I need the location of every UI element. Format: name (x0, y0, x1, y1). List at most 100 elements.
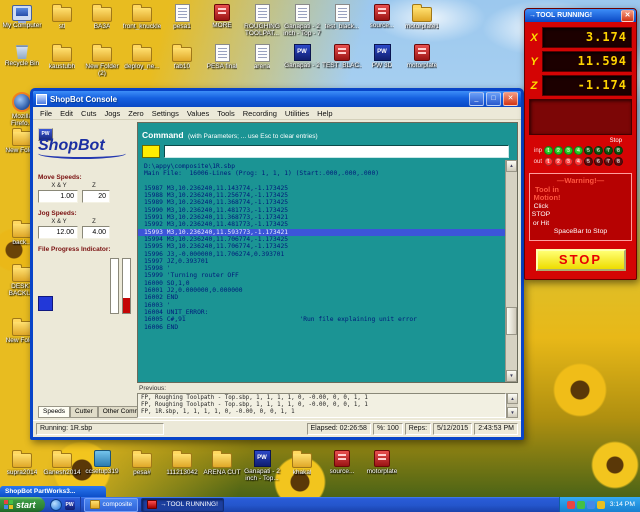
menu-jogs[interactable]: Jogs (100, 109, 124, 118)
desktop-icon-ganapati-2[interactable]: Ganapati - 2 (282, 44, 322, 77)
desktop-icon-kaustubh[interactable]: kaustubh (42, 44, 82, 77)
desktop-icon-label: 111213042 (166, 469, 198, 476)
jog-z-input[interactable]: 4.00 (82, 226, 110, 239)
desktop-icon-pesa1[interactable]: pesa1 (162, 4, 202, 37)
menu-utilities[interactable]: Utilities (281, 109, 313, 118)
scroll-up-icon[interactable]: ▲ (507, 393, 518, 404)
scroll-track[interactable] (506, 172, 517, 370)
desktop-icon-motorplate1[interactable]: motorplate1 (402, 4, 442, 37)
stop-button[interactable]: STOP (535, 248, 626, 271)
menu-values[interactable]: Values (183, 109, 213, 118)
axis-value-x: 3.174 (542, 27, 632, 48)
previous-line[interactable]: FP, Roughing Toolpath - Top.sbp, 1, 1, 1… (141, 395, 502, 402)
desktop-icon-new-folder-2-[interactable]: New Folder (2) (82, 44, 122, 77)
close-button[interactable]: ✕ (503, 92, 518, 106)
desktop-icon-arena[interactable]: arena (242, 44, 282, 77)
desktop-icon-pw-3d[interactable]: PW 3D (362, 44, 402, 77)
partworks-window-sliver[interactable]: ShopBot PartWorks3... (0, 486, 106, 497)
desktop-icon-source-[interactable]: source... (322, 450, 362, 482)
desktop-icon-fab10[interactable]: fab10 (162, 44, 202, 77)
desktop-icon-motorplate[interactable]: motorplate (402, 44, 442, 77)
previous-line[interactable]: FP, 1R.sbp, 1, 1, 1, 1, 0, -0.00, 0, 0, … (141, 409, 502, 416)
folder-icon (89, 500, 100, 509)
firefox-icon (12, 92, 32, 112)
tray-icon[interactable] (566, 500, 575, 509)
output-scrollbar[interactable]: ▲ ▼ (505, 160, 517, 382)
move-z-input[interactable]: 20 (82, 190, 110, 203)
minimize-button[interactable]: _ (469, 92, 484, 106)
desktop-icon-test-black-[interactable]: test_black... (322, 4, 362, 37)
command-input[interactable] (164, 145, 509, 158)
console-titlebar[interactable]: ShopBot Console _ □ ✕ (33, 91, 521, 107)
desktop-icon-arena-cut[interactable]: ARENA CUT (202, 450, 242, 482)
desktop-icon-ganapati-2-inch-top-[interactable]: Ganapati - 2 inch - Top... (242, 450, 282, 482)
desktop-icon-pesa-final[interactable]: PESA final (202, 44, 242, 77)
ie-quicklaunch-icon[interactable] (49, 498, 62, 511)
file-progress-indicator (38, 258, 134, 314)
menu-zero[interactable]: Zero (124, 109, 147, 118)
menu-cuts[interactable]: Cuts (77, 109, 100, 118)
previous-scrollbar[interactable]: ▲ ▼ (506, 393, 518, 418)
folder-icon (132, 4, 152, 22)
menu-recording[interactable]: Recording (239, 109, 281, 118)
menu-tools[interactable]: Tools (213, 109, 239, 118)
desktop-icon-111213042[interactable]: 111213042 (162, 450, 202, 482)
console-line: 15993 M3,10.236240,11.593773,-1.173421 (138, 228, 505, 236)
tray-icon[interactable] (596, 500, 605, 509)
desktop-icon-label: test_black... (324, 23, 360, 30)
folder-icon (52, 4, 72, 22)
desktop-icon-pesa-[interactable]: pesa# (122, 450, 162, 482)
panel-close-button[interactable]: ✕ (621, 9, 634, 22)
panel-titlebar[interactable]: →TOOL RUNNING! ✕ (525, 9, 636, 22)
console-line: 16005 C#,91 'Run file explaining unit er… (144, 316, 417, 324)
menu-edit[interactable]: Edit (56, 109, 77, 118)
scroll-down-icon[interactable]: ▼ (507, 407, 518, 418)
scroll-down-icon[interactable]: ▼ (506, 370, 517, 382)
desktop-icon-khakal[interactable]: khakal (282, 450, 322, 482)
desktop-icon-ccsetup319[interactable]: ccsetup319 (82, 450, 122, 482)
tray-icon[interactable] (586, 500, 595, 509)
menu-help[interactable]: Help (313, 109, 336, 118)
desktop-icon-deploy-ne-[interactable]: deploy_ne... (122, 44, 162, 77)
pw-quicklaunch-icon[interactable]: PW (64, 499, 75, 510)
move-xy-input[interactable]: 1.00 (38, 190, 78, 203)
menu-file[interactable]: File (36, 109, 56, 118)
tray-icon[interactable] (576, 500, 585, 509)
desktop-icon-test-blac-[interactable]: TEST_BLAC... (322, 44, 362, 77)
desktop-icon-front-knuckle[interactable]: front_knuckle (122, 4, 162, 37)
desktop: My Computer stl BA3A front_knuckle pesa1 MORE… (0, 0, 640, 497)
desktop-icon-ba3a[interactable]: BA3A (82, 4, 122, 37)
desktop-icon-label: back... (12, 239, 32, 246)
tab-cutter[interactable]: Cutter (70, 406, 98, 418)
scroll-thumb[interactable] (506, 306, 517, 335)
task-composite[interactable]: composite (83, 497, 139, 512)
io-led-out-7: 7 (604, 157, 613, 166)
desktop-icon-stl[interactable]: stl (42, 4, 82, 37)
desktop-icon-recycle-bin[interactable]: Recycle Bin (2, 44, 42, 77)
desktop-icon-source-[interactable]: source... (362, 4, 402, 37)
axis-row-z: Z -1.174 (529, 75, 632, 96)
desktop-icon-supra2014[interactable]: supra2014 (2, 450, 42, 482)
scroll-up-icon[interactable]: ▲ (506, 160, 517, 172)
jog-xy-input[interactable]: 12.00 (38, 226, 78, 239)
desktop-icon-ganapati-2-inch-top-7[interactable]: Ganapati - 2 inch - Top - 7 (282, 4, 322, 37)
previous-line[interactable]: FP, Roughing Toolpath - Top.sbp, 1, 1, 1… (141, 402, 502, 409)
io-led-out-5: 5 (584, 157, 593, 166)
desktop-icon-ganesh2014[interactable]: Ganesh2014 (42, 450, 82, 482)
desktop-icon-more[interactable]: MORE (202, 4, 242, 37)
console-line: 15996 J3,-0.000000,11.706274,0.393701 (144, 250, 285, 258)
console-output[interactable]: D:\appy\composite\1R.sbp Main File: 16006… (138, 160, 505, 382)
maximize-button[interactable]: □ (486, 92, 501, 106)
desktop-icon-roughing-toolpat-[interactable]: ROUGHING TOOLPAT... (242, 4, 282, 37)
menu-settings[interactable]: Settings (148, 109, 183, 118)
previous-commands-list[interactable]: FP, Roughing Toolpath - Top.sbp, 1, 1, 1… (137, 393, 506, 418)
task--tool-running-[interactable]: →TOOL RUNNING! (141, 497, 224, 512)
desktop-icon-my-computer[interactable]: My Computer (2, 4, 42, 37)
flag-square (9, 505, 13, 509)
desktop-icon-label: PW 3D (371, 62, 393, 69)
io-indicators: inp 1 2 3 4 5 6 7 8 out 1 2 3 4 5 6 7 8 (529, 146, 632, 166)
tab-speeds[interactable]: Speeds (38, 406, 71, 418)
desktop-icon-motorplate[interactable]: motorplate (362, 450, 402, 482)
start-button[interactable]: start (0, 497, 45, 512)
progress-bar-fill (123, 298, 130, 313)
